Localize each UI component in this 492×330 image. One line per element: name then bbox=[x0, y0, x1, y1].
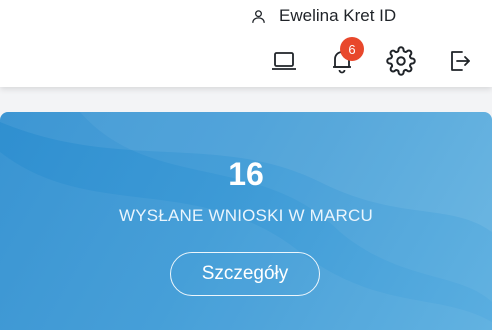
notification-badge[interactable]: 6 bbox=[340, 37, 364, 61]
gear-icon[interactable] bbox=[386, 46, 416, 76]
monthly-requests-card: 16 WYSŁANE WNIOSKI W MARCU Szczegóły bbox=[0, 112, 492, 330]
details-button[interactable]: Szczegóły bbox=[170, 252, 320, 296]
requests-count: 16 bbox=[228, 156, 264, 192]
user-menu[interactable]: Ewelina Kret ID bbox=[250, 5, 396, 27]
logout-icon[interactable] bbox=[445, 46, 475, 76]
user-icon bbox=[250, 8, 267, 25]
user-name: Ewelina Kret ID bbox=[279, 6, 397, 25]
laptop-icon[interactable] bbox=[269, 46, 299, 76]
requests-label: WYSŁANE WNIOSKI W MARCU bbox=[119, 206, 373, 225]
top-header: Ewelina Kret ID 6 bbox=[0, 0, 492, 87]
